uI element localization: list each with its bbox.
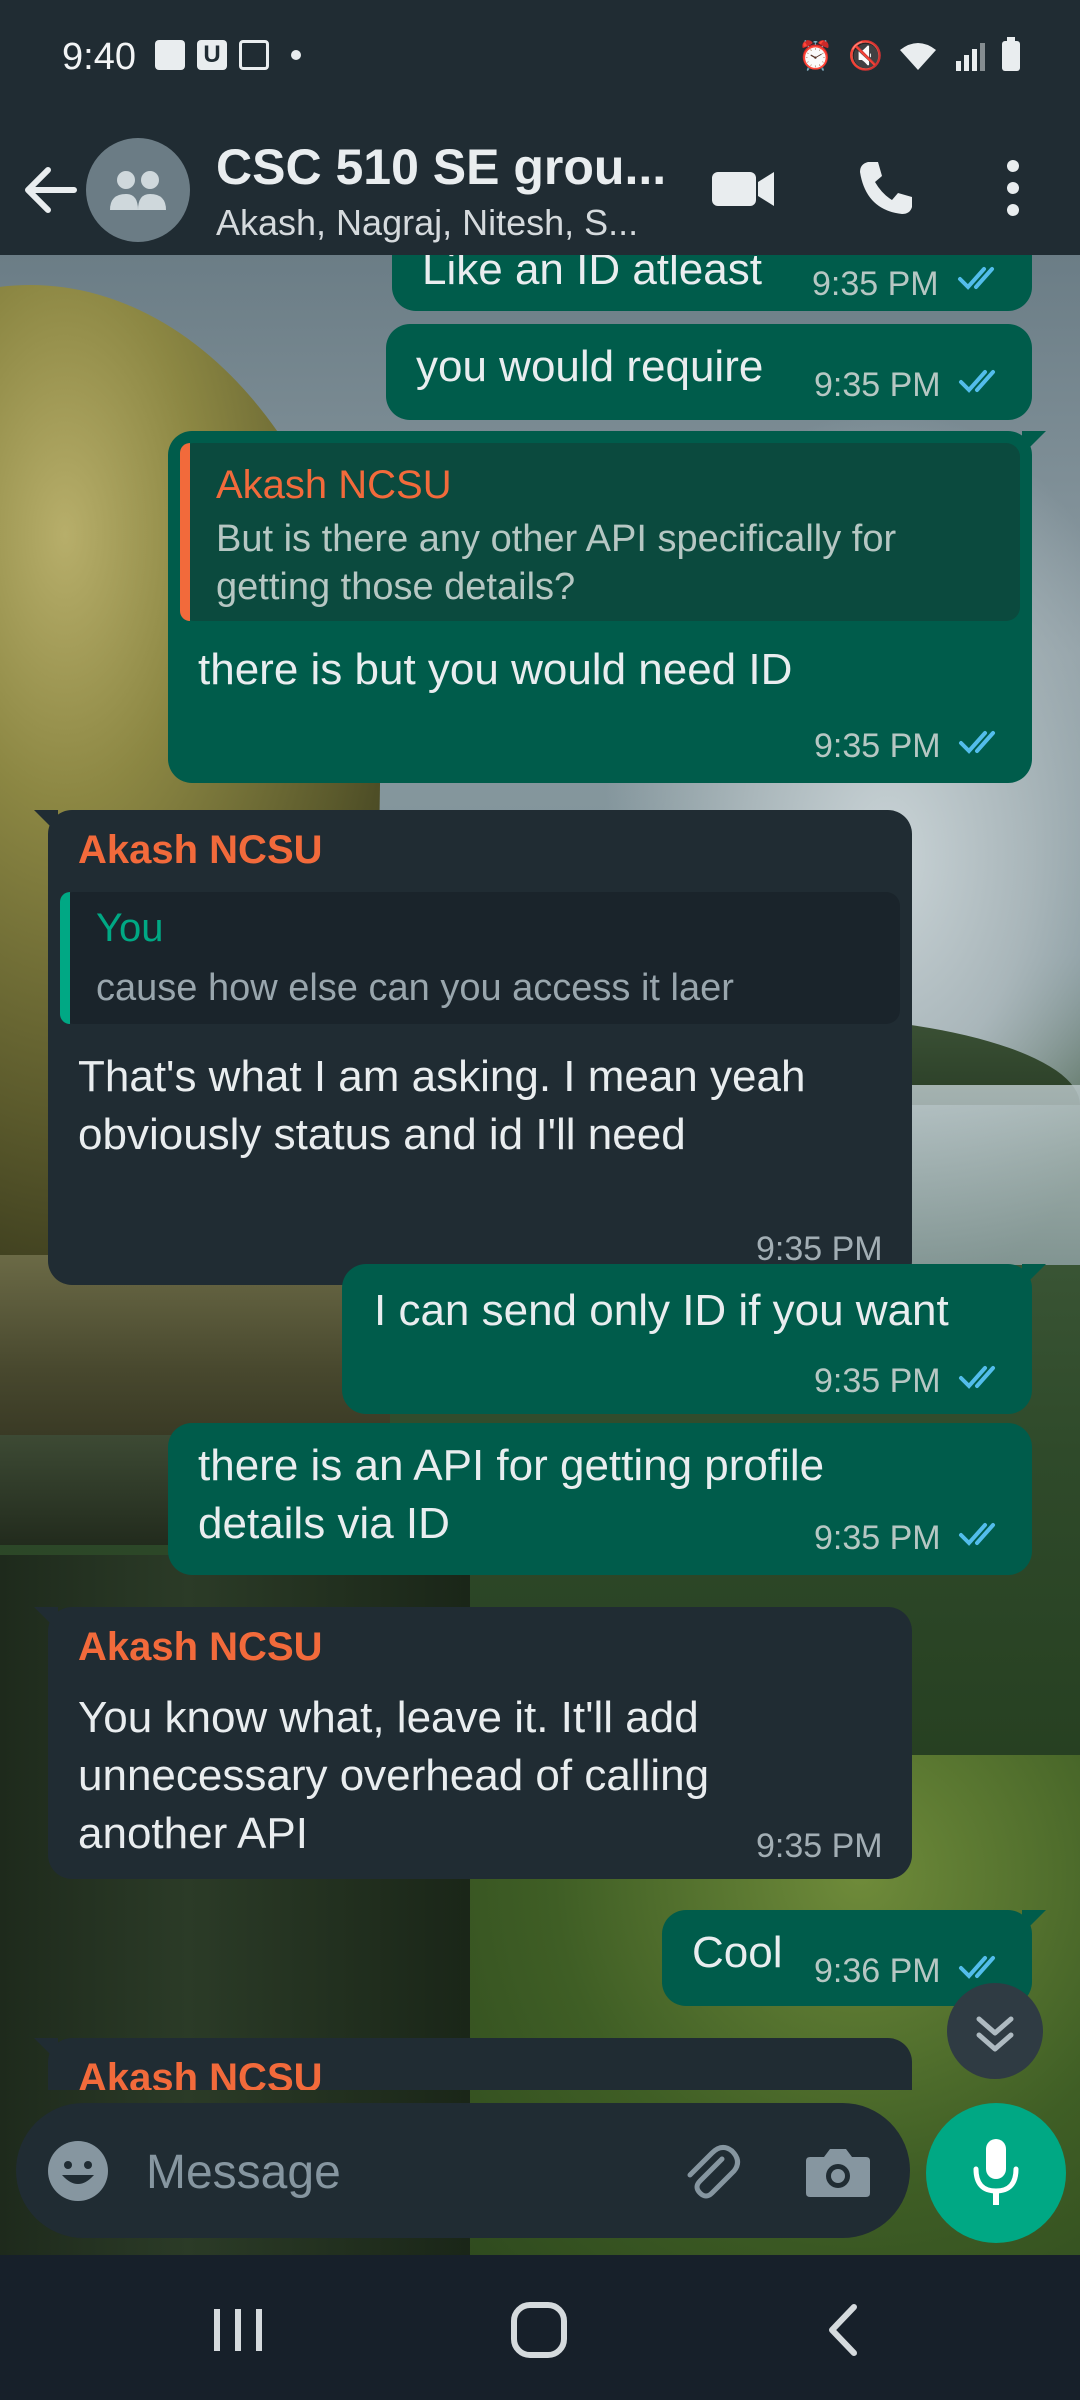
- quoted-text: But is there any other API specifically …: [216, 518, 897, 608]
- message-bubble-incoming[interactable]: Akash NCSU You cause how else can you ac…: [34, 810, 912, 1285]
- recents-icon[interactable]: [198, 2295, 278, 2365]
- quoted-text: cause how else can you access it laer: [96, 967, 734, 1009]
- message-input[interactable]: [144, 2133, 668, 2211]
- read-receipt-icon: [959, 370, 995, 393]
- wifi-icon: [900, 43, 936, 70]
- double-chevron-down-icon: [976, 2016, 1014, 2052]
- read-receipt-icon: [959, 1366, 995, 1389]
- message-bubble-outgoing[interactable]: Like an ID atleast 9:35 PM: [392, 255, 1032, 311]
- back-arrow-icon[interactable]: [18, 158, 82, 222]
- notification-dot-icon: [291, 50, 301, 60]
- read-receipt-icon: [958, 267, 994, 290]
- more-options-icon[interactable]: [978, 152, 1048, 224]
- message-bubble-outgoing[interactable]: I can send only ID if you want 9:35 PM: [342, 1264, 1046, 1414]
- message-text: Cool: [692, 1928, 783, 1977]
- u-app-icon: U: [197, 40, 227, 70]
- quoted-message[interactable]: You cause how else can you access it lae…: [60, 892, 900, 1024]
- attach-icon[interactable]: [676, 2137, 744, 2205]
- message-time: 9:35 PM: [814, 1362, 941, 1400]
- message-bubble-outgoing[interactable]: you would require 9:35 PM: [386, 324, 1032, 420]
- message-text: there is an API for getting profile deta…: [198, 1441, 825, 1548]
- message-text: I can send only ID if you want: [374, 1286, 949, 1335]
- back-nav-icon[interactable]: [804, 2295, 884, 2365]
- read-receipt-icon: [959, 1956, 995, 1979]
- gallery-icon: [155, 40, 185, 70]
- message-time: 9:35 PM: [814, 366, 941, 404]
- alarm-icon: ⏰: [798, 40, 833, 71]
- message-text: there is but you would need ID: [198, 645, 793, 694]
- message-time: 9:36 PM: [814, 1952, 941, 1990]
- video-call-icon[interactable]: [708, 152, 780, 224]
- message-time: 9:35 PM: [814, 1519, 941, 1557]
- message-time: 9:35 PM: [756, 1827, 883, 1865]
- message-bubble-outgoing[interactable]: there is an API for getting profile deta…: [168, 1423, 1032, 1575]
- voice-message-button[interactable]: [926, 2103, 1066, 2243]
- message-sender[interactable]: Akash NCSU: [78, 828, 323, 873]
- message-time: 9:35 PM: [814, 727, 941, 765]
- home-icon[interactable]: [500, 2295, 580, 2365]
- chat-participants[interactable]: Akash, Nagraj, Nitesh, S...: [216, 202, 656, 244]
- message-sender[interactable]: Akash NCSU: [78, 1625, 323, 1670]
- mute-icon: 🔇: [848, 40, 883, 71]
- message-sender[interactable]: Akash NCSU: [78, 2056, 323, 2090]
- message-bubble-incoming[interactable]: Akash NCSU You know what, leave it. It'l…: [34, 1607, 912, 1879]
- chat-header: CSC 510 SE grou... Akash, Nagraj, Nitesh…: [0, 120, 1080, 255]
- camera-icon[interactable]: [802, 2137, 874, 2205]
- quoted-sender: Akash NCSU: [216, 463, 452, 507]
- message-time: 9:35 PM: [812, 265, 939, 303]
- group-avatar[interactable]: [86, 138, 190, 242]
- message-composer: [16, 2103, 910, 2238]
- voice-call-icon[interactable]: [850, 152, 922, 224]
- battery-icon: [1002, 37, 1020, 71]
- signal-icon: [956, 43, 985, 71]
- message-bubble-incoming[interactable]: Akash NCSU: [34, 2038, 912, 2090]
- quoted-message[interactable]: Akash NCSU But is there any other API sp…: [180, 443, 1020, 621]
- system-nav-bar: [0, 2255, 1080, 2400]
- chat-title[interactable]: CSC 510 SE grou...: [216, 138, 676, 196]
- message-text: Like an ID atleast: [422, 255, 762, 294]
- quoted-sender: You: [96, 906, 164, 950]
- signature-icon: [239, 40, 269, 70]
- read-receipt-icon: [959, 731, 995, 754]
- message-text: You know what, leave it. It'll add unnec…: [78, 1693, 710, 1858]
- group-icon: [110, 171, 166, 210]
- read-receipt-icon: [959, 1523, 995, 1546]
- scroll-to-bottom-button[interactable]: [947, 1983, 1043, 2079]
- message-text: That's what I am asking. I mean yeah obv…: [78, 1052, 806, 1159]
- status-time: 9:40: [62, 36, 136, 78]
- status-bar: 9:40 U ⏰ 🔇: [0, 0, 1080, 120]
- message-bubble-outgoing[interactable]: Akash NCSU But is there any other API sp…: [168, 431, 1046, 783]
- message-list[interactable]: Like an ID atleast 9:35 PM you would req…: [0, 255, 1080, 2090]
- message-text: you would require: [416, 342, 764, 391]
- emoji-icon[interactable]: [44, 2137, 112, 2205]
- mic-icon: [973, 2139, 1019, 2205]
